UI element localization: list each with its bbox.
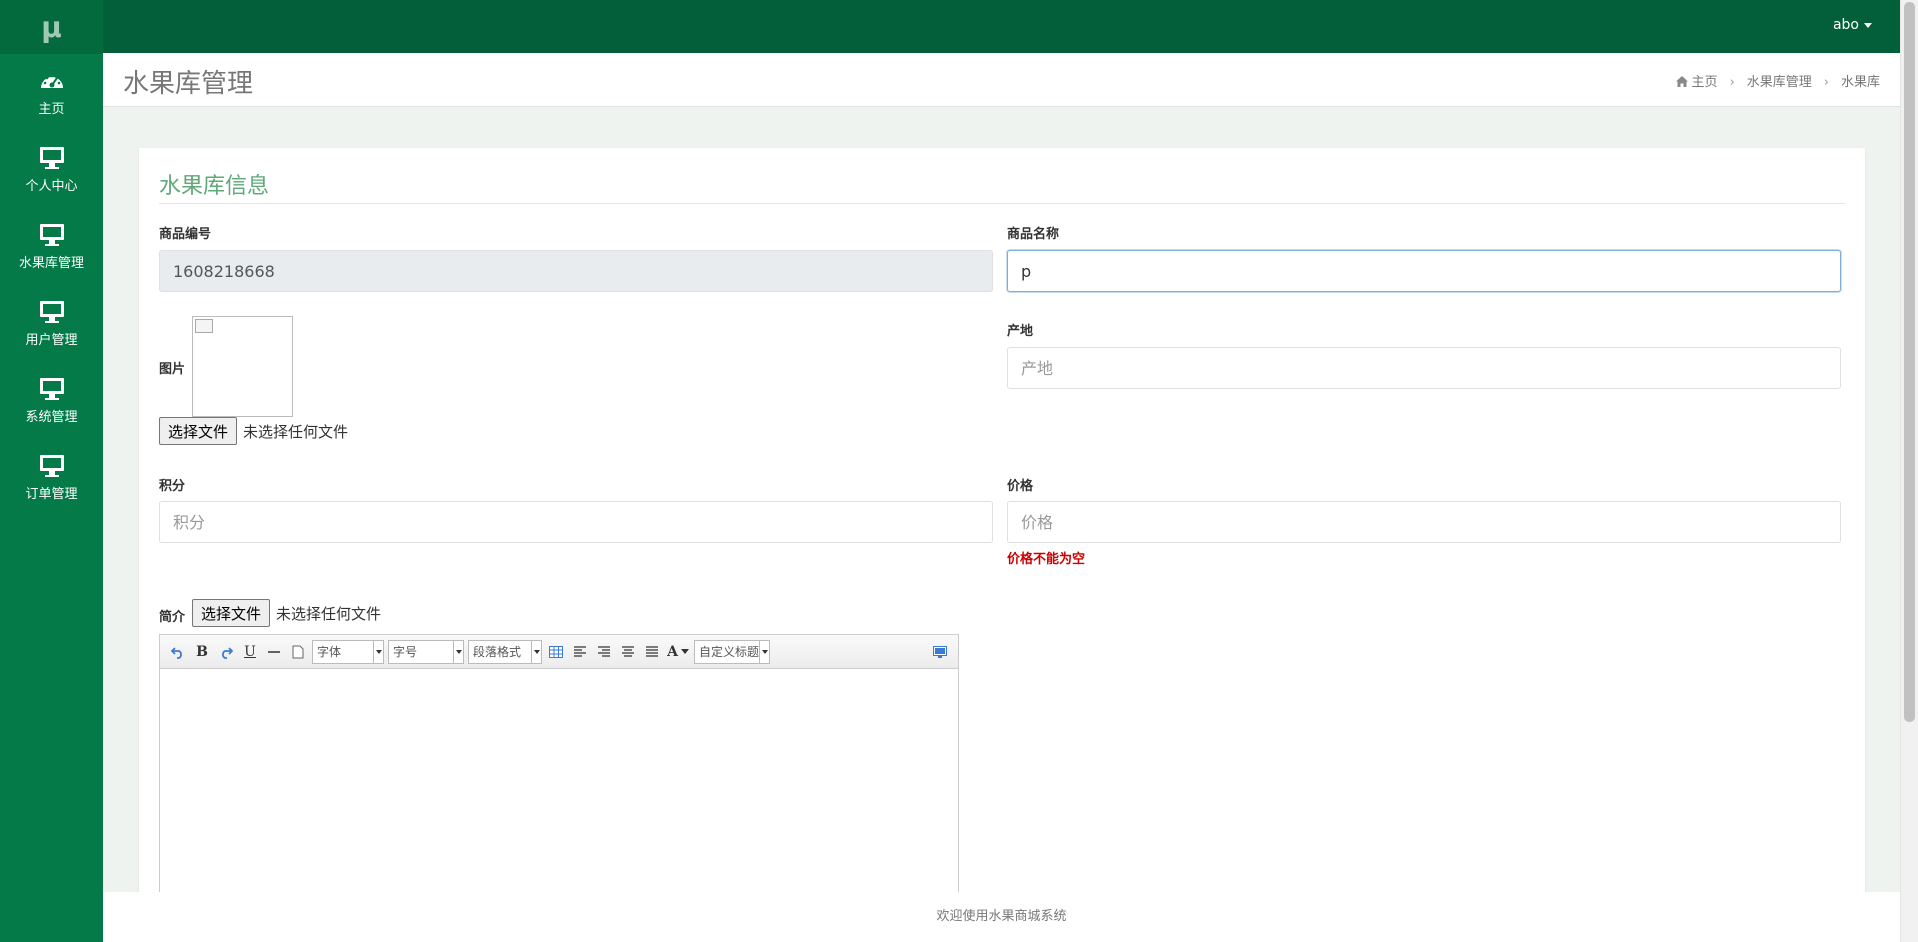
panel-divider: [159, 203, 1845, 204]
product-name-label: 商品名称: [1007, 227, 1060, 242]
panel-title: 水果库信息: [159, 174, 270, 199]
dropdown-arrow-icon: [759, 640, 769, 663]
monitor-icon: [39, 301, 64, 323]
monitor-icon: [39, 455, 64, 477]
underline-glyph: U: [244, 643, 256, 660]
points-label: 积分: [159, 479, 186, 494]
sidebar-item-fruit-library[interactable]: 水果库管理: [0, 208, 103, 285]
align-right-icon[interactable]: [592, 640, 616, 664]
image-file-button[interactable]: 选择文件: [159, 417, 238, 445]
footer-text: 欢迎使用水果商城系统: [936, 909, 1067, 924]
horizontal-rule-icon[interactable]: [262, 640, 286, 664]
sidebar-item-orders[interactable]: 订单管理: [0, 439, 103, 516]
image-file-status: 未选择任何文件: [243, 423, 349, 441]
sidebar-item-label: 订单管理: [25, 487, 78, 502]
intro-file-status: 未选择任何文件: [276, 605, 382, 623]
sidebar-item-users[interactable]: 用户管理: [0, 285, 103, 362]
image-label: 图片: [159, 362, 186, 377]
form-panel: 水果库信息 商品编号 商品名称 图片 选择文件 未选择任何文件 产地 积分 价格…: [139, 148, 1865, 900]
product-id-label: 商品编号: [159, 227, 212, 242]
product-id-input: [159, 250, 993, 292]
monitor-icon: [39, 378, 64, 400]
price-input[interactable]: [1007, 501, 1841, 543]
sidebar-item-personal-center[interactable]: 个人中心: [0, 131, 103, 208]
user-name: abo: [1832, 17, 1859, 33]
editor-content-area[interactable]: [160, 669, 958, 899]
page-scrollbar[interactable]: [1900, 0, 1918, 942]
align-left-icon[interactable]: [568, 640, 592, 664]
sidebar-item-label: 水果库管理: [18, 256, 84, 271]
breadcrumb-separator-icon: ›: [1823, 75, 1829, 90]
table-icon[interactable]: [544, 640, 568, 664]
image-preview: [192, 316, 293, 417]
origin-input[interactable]: [1007, 347, 1841, 389]
breadcrumb-fruit-management[interactable]: 水果库管理: [1747, 75, 1812, 90]
sidebar-item-label: 个人中心: [25, 179, 78, 194]
redo-icon[interactable]: [214, 640, 238, 664]
breadcrumb-separator-icon: ›: [1729, 75, 1735, 90]
font-family-select[interactable]: 字体: [312, 639, 384, 664]
points-input[interactable]: [159, 501, 993, 543]
intro-label: 简介: [159, 610, 186, 625]
font-size-select[interactable]: 字号: [388, 639, 464, 664]
font-color-glyph: A: [667, 643, 678, 660]
font-family-value: 字体: [317, 645, 342, 659]
font-color-icon[interactable]: A: [664, 640, 692, 664]
align-center-icon[interactable]: [616, 640, 640, 664]
dropdown-arrow-icon: [531, 640, 541, 663]
dropdown-arrow-icon: [373, 640, 383, 663]
custom-title-select[interactable]: 自定义标题: [694, 639, 770, 664]
top-bar: abo: [103, 0, 1900, 53]
new-document-icon[interactable]: [286, 640, 310, 664]
dashboard-icon: [40, 74, 63, 88]
monitor-icon: [39, 147, 64, 169]
product-name-input[interactable]: [1007, 250, 1841, 292]
breadcrumb-home[interactable]: 主页: [1692, 75, 1718, 90]
dropdown-arrow-icon: [453, 640, 463, 663]
sidebar-item-label: 用户管理: [25, 333, 78, 348]
page-title: 水果库管理: [123, 69, 254, 99]
align-justify-icon[interactable]: [640, 640, 664, 664]
sidebar-item-label: 系统管理: [25, 410, 78, 425]
user-menu[interactable]: abo: [1833, 17, 1872, 33]
price-error-message: 价格不能为空: [1007, 552, 1086, 567]
broken-image-icon: [195, 319, 213, 333]
sidebar-item-home[interactable]: 主页: [0, 54, 103, 131]
sidebar-item-label: 主页: [38, 102, 65, 117]
breadcrumb: 主页 › 水果库管理 › 水果库: [1675, 71, 1880, 90]
caret-down-icon: [1864, 22, 1872, 28]
custom-title-value: 自定义标题: [699, 645, 759, 659]
intro-file-button[interactable]: 选择文件: [192, 599, 271, 627]
logo-text: μ: [41, 10, 62, 44]
sidebar: μ 主页 个人中心 水果库管理 用户管理 系统管理 订单管理: [0, 0, 103, 942]
monitor-icon: [39, 224, 64, 246]
rich-text-editor: B U 字体 字号 段落格式 A 自定义标题: [159, 634, 959, 900]
breadcrumb-fruit-library: 水果库: [1840, 75, 1880, 90]
editor-toolbar: B U 字体 字号 段落格式 A 自定义标题: [160, 635, 958, 669]
caret-down-icon: [680, 649, 689, 654]
underline-icon[interactable]: U: [238, 640, 262, 664]
bold-icon[interactable]: B: [190, 640, 214, 664]
logo[interactable]: μ: [0, 0, 103, 54]
preview-icon[interactable]: [928, 640, 952, 664]
bold-glyph: B: [196, 643, 208, 660]
page-header: 水果库管理 主页 › 水果库管理 › 水果库: [103, 53, 1900, 107]
font-size-value: 字号: [393, 645, 418, 659]
sidebar-item-system[interactable]: 系统管理: [0, 362, 103, 439]
price-label: 价格: [1007, 479, 1034, 494]
origin-label: 产地: [1007, 324, 1034, 339]
footer: 欢迎使用水果商城系统: [103, 892, 1900, 942]
scrollbar-thumb[interactable]: [1904, 2, 1915, 722]
paragraph-format-select[interactable]: 段落格式: [468, 639, 542, 664]
home-icon: [1675, 76, 1688, 87]
paragraph-format-value: 段落格式: [473, 645, 522, 659]
undo-icon[interactable]: [166, 640, 190, 664]
